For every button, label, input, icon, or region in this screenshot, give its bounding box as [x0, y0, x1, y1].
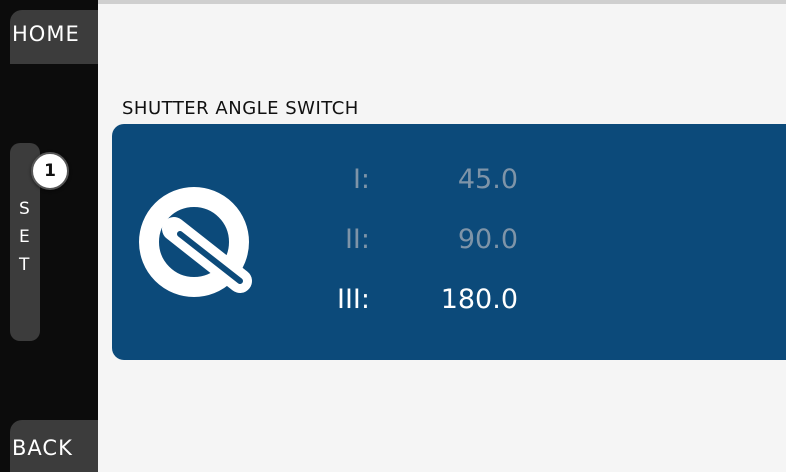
shutter-option-1[interactable]: I: 45.0 — [300, 164, 560, 204]
shutter-option-label: I: — [352, 164, 370, 195]
top-border — [96, 0, 786, 4]
shutter-option-label: II: — [344, 224, 370, 255]
set-letter-t: T — [19, 255, 30, 275]
shutter-option-value: 45.0 — [457, 164, 518, 195]
sidebar: HOME S E T BACK — [0, 0, 98, 472]
shutter-option-3[interactable]: III: 180.0 — [300, 284, 560, 324]
callout-badge: 1 — [31, 152, 69, 190]
shutter-option-value: 180.0 — [440, 284, 518, 315]
shutter-angle-icon — [139, 187, 252, 297]
shutter-option-value: 90.0 — [457, 224, 518, 255]
page-title: SHUTTER ANGLE SWITCH — [122, 98, 359, 119]
back-button[interactable]: BACK — [10, 420, 98, 472]
set-letter-e: E — [19, 227, 30, 247]
shutter-option-2[interactable]: II: 90.0 — [300, 224, 560, 264]
set-letter-s: S — [19, 199, 30, 219]
screen: HOME S E T BACK 1 SHUTTER ANGLE SWITCH I… — [0, 0, 786, 472]
shutter-option-label: III: — [337, 284, 370, 315]
home-button[interactable]: HOME — [10, 10, 98, 64]
